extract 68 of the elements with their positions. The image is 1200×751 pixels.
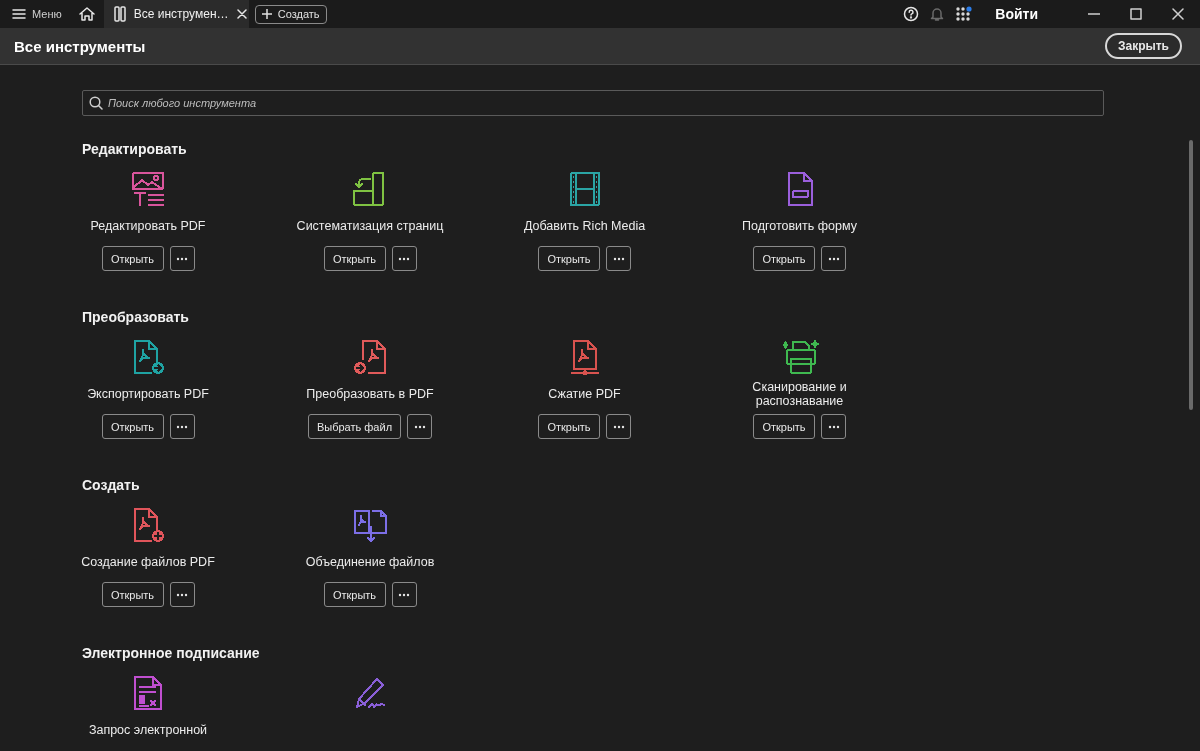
close-button[interactable]: Закрыть: [1104, 33, 1182, 59]
apps-icon[interactable]: [955, 6, 974, 22]
document-arrow-icon[interactable]: [351, 339, 389, 375]
close-icon[interactable]: [236, 9, 247, 19]
section-heading: Редактировать: [82, 141, 188, 159]
more-button[interactable]: [391, 582, 417, 607]
more-icon: [413, 424, 426, 429]
tools-icon: [113, 6, 126, 22]
more-button[interactable]: [606, 414, 631, 439]
more-icon: [176, 592, 188, 597]
more-icon: [827, 424, 840, 429]
menu-button[interactable]: Меню: [0, 0, 74, 28]
more-button[interactable]: [407, 414, 433, 439]
open-button[interactable]: Открыть: [101, 582, 164, 607]
documents-icon[interactable]: [351, 507, 389, 543]
scrollbar[interactable]: [1189, 140, 1193, 410]
more-icon: [398, 256, 410, 261]
tool-name: Запрос электронной: [88, 723, 208, 737]
open-button[interactable]: Открыть: [101, 246, 164, 271]
more-icon: [827, 256, 840, 261]
open-button[interactable]: Открыть: [323, 582, 386, 607]
tool-name: Сжатие PDF: [548, 387, 621, 401]
open-button[interactable]: Открыть: [101, 414, 164, 439]
section-heading: Электронное подписание: [82, 645, 261, 663]
tool-name: Объединение файлов: [305, 555, 435, 569]
more-icon: [176, 424, 188, 429]
picture-text-icon[interactable]: [129, 171, 167, 207]
sign-in-button[interactable]: Войти: [987, 6, 1046, 22]
more-icon: [398, 592, 410, 597]
search-field[interactable]: Поиск любого инструмента: [82, 90, 1104, 116]
home-icon[interactable]: [77, 6, 96, 22]
more-button[interactable]: [391, 246, 417, 271]
help-icon[interactable]: [903, 6, 920, 22]
more-button[interactable]: [169, 582, 195, 607]
plus-icon: [261, 9, 272, 19]
search-icon: [89, 96, 103, 110]
more-button[interactable]: [169, 414, 195, 439]
more-icon: [176, 256, 188, 261]
close-icon[interactable]: [1172, 8, 1184, 20]
maximize-icon[interactable]: [1130, 8, 1142, 20]
open-button[interactable]: Открыть: [323, 246, 386, 271]
tool-name: Редактировать PDF: [90, 219, 206, 233]
more-icon: [612, 424, 625, 429]
open-button[interactable]: Открыть: [538, 246, 600, 271]
create-button[interactable]: Создать: [254, 4, 327, 24]
tool-name: Подготовить форму: [742, 219, 857, 233]
more-button[interactable]: [821, 414, 846, 439]
open-button[interactable]: Открыть: [538, 414, 600, 439]
open-button[interactable]: Открыть: [753, 246, 815, 271]
open-button[interactable]: Открыть: [753, 414, 815, 439]
tool-name: Экспортировать PDF: [87, 387, 209, 401]
tab[interactable]: Все инструмен…: [103, 0, 249, 28]
section-heading: Создать: [82, 477, 141, 495]
more-button[interactable]: [169, 246, 195, 271]
bell-icon[interactable]: [929, 6, 946, 22]
section-heading: Преобразовать: [82, 309, 190, 327]
more-button[interactable]: [821, 246, 846, 271]
tool-name: Преобразовать в PDF: [306, 387, 434, 401]
more-button[interactable]: [606, 246, 631, 271]
tool-name: Добавить Rich Media: [523, 219, 646, 233]
page-title: Все инструменты: [14, 37, 146, 55]
menu-icon: [12, 8, 26, 20]
open-button[interactable]: Выбрать файл: [307, 414, 402, 439]
printer-icon[interactable]: [780, 339, 819, 375]
tool-name: Создание файлов PDF: [81, 555, 215, 569]
tool-name: Сканирование и распознавание: [751, 380, 848, 408]
tool-name: Систематизация страниц: [296, 219, 444, 233]
more-icon: [612, 256, 625, 261]
